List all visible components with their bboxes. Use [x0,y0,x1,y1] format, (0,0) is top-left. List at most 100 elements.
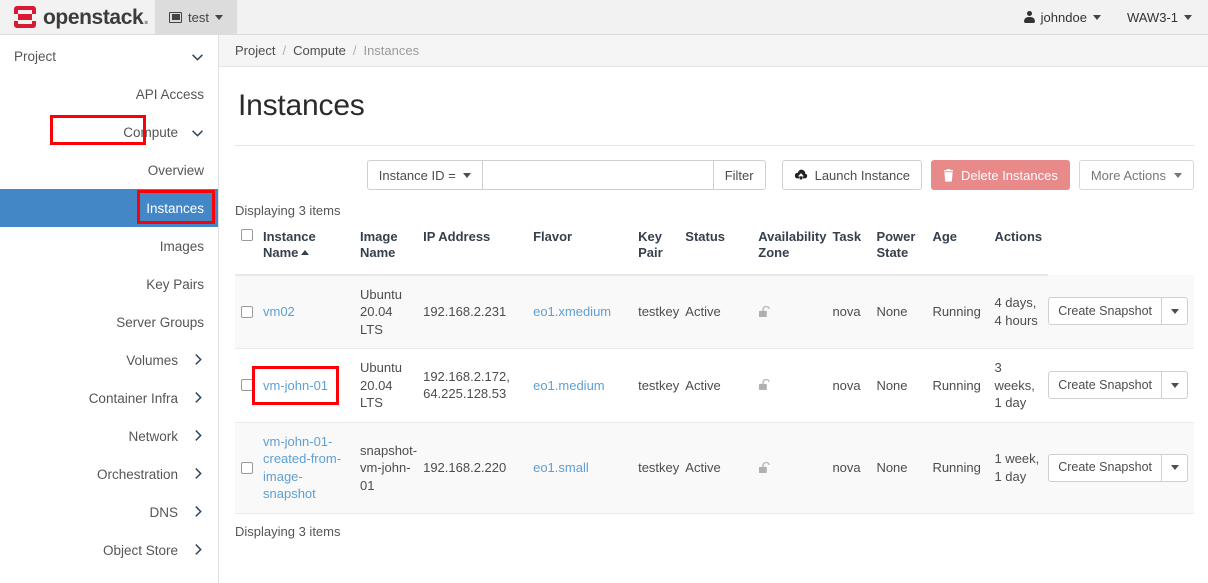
row-checkbox[interactable] [241,462,253,474]
region-menu[interactable]: WAW3-1 [1127,10,1192,25]
row-actions-dropdown-button[interactable] [1162,371,1188,399]
instance-name-link[interactable]: vm02 [263,304,295,319]
cell-status: Active [685,349,758,423]
sidebar-item-volumes[interactable]: Volumes [0,341,218,379]
header-status[interactable]: Status [685,225,758,275]
row-action-group: Create Snapshot [1048,371,1188,399]
cell-task: None [876,422,932,513]
instance-name-link[interactable]: vm-john-01-created-from-image-snapshot [263,434,341,502]
cell-task: None [876,349,932,423]
filter-button[interactable]: Filter [713,160,766,190]
user-menu-label: johndoe [1041,10,1087,25]
flavor-link[interactable]: eo1.small [533,460,589,475]
sidebar-item-network[interactable]: Network [0,417,218,455]
header-task[interactable]: Task [832,225,876,275]
unlocked-padlock-icon [758,305,773,319]
cell-availability-zone: nova [832,349,876,423]
breadcrumb-item-project[interactable]: Project [235,43,275,58]
header-age[interactable]: Age [932,225,994,275]
brand-text: openstack. [43,7,149,28]
sidebar-item-label: API Access [136,87,204,102]
cell-power-state: Running [932,349,994,423]
row-actions-dropdown-button[interactable] [1162,454,1188,482]
topbar-right-group: johndoe WAW3-1 [1024,0,1208,34]
cell-ip-address: 192.168.2.172, 64.225.128.53 [423,349,533,423]
cell-power-state: Running [932,275,994,349]
cell-image-name: Ubuntu 20.04 LTS [360,275,423,349]
sidebar-item-object-store[interactable]: Object Store [0,531,218,569]
header-flavor[interactable]: Flavor [533,225,638,275]
flavor-link[interactable]: eo1.xmedium [533,304,611,319]
sidebar-item-orchestration[interactable]: Orchestration [0,455,218,493]
sidebar-item-label: Key Pairs [146,277,204,292]
sort-ascending-icon [301,250,309,255]
row-checkbox[interactable] [241,306,253,318]
more-actions-button[interactable]: More Actions [1079,160,1194,190]
project-selector[interactable]: test [155,0,237,34]
header-key-pair[interactable]: Key Pair [638,225,685,275]
chevron-right-icon [191,544,204,557]
create-snapshot-button[interactable]: Create Snapshot [1048,454,1162,482]
cell-instance-name: vm-john-01 [263,349,360,423]
table-row: vm-john-01Ubuntu 20.04 LTS192.168.2.172,… [235,349,1194,423]
cell-task: None [876,275,932,349]
cell-lock [758,275,832,349]
instances-table-body: vm02Ubuntu 20.04 LTS192.168.2.231eo1.xme… [235,275,1194,514]
header-ip-address[interactable]: IP Address [423,225,533,275]
sidebar-item-api-access[interactable]: API Access [0,75,218,113]
sidebar-item-project[interactable]: Project [0,37,218,75]
table-row: vm-john-01-created-from-image-snapshotsn… [235,422,1194,513]
header-availability-zone[interactable]: Availability Zone [758,225,832,275]
table-row: vm02Ubuntu 20.04 LTS192.168.2.231eo1.xme… [235,275,1194,349]
project-selector-label: test [188,10,209,25]
launch-instance-button[interactable]: Launch Instance [782,160,922,190]
cell-key-pair: testkey [638,422,685,513]
cell-power-state: Running [932,422,994,513]
row-action-group: Create Snapshot [1048,454,1188,482]
filter-input[interactable] [483,160,713,190]
page-layout: ProjectAPI AccessComputeOverviewInstance… [0,35,1208,583]
row-checkbox[interactable] [241,379,253,391]
unlocked-padlock-icon [758,378,773,392]
cell-flavor: eo1.xmedium [533,275,638,349]
table-toolbar: Instance ID = Filter Launch Instance Del… [219,146,1208,190]
unlocked-padlock-icon [758,461,773,475]
filter-field-select[interactable]: Instance ID = [367,160,483,190]
sidebar-item-label: Orchestration [97,467,178,482]
cloud-upload-icon [794,169,808,181]
sidebar-item-instances[interactable]: Instances [0,189,218,227]
top-navigation-bar: openstack. test johndoe WAW3-1 [0,0,1208,35]
sidebar-item-images[interactable]: Images [0,227,218,265]
sidebar-item-server-groups[interactable]: Server Groups [0,303,218,341]
chevron-down-icon [191,126,204,139]
header-power-state[interactable]: Power State [876,225,932,275]
chevron-right-icon [191,354,204,367]
sidebar-item-overview[interactable]: Overview [0,151,218,189]
breadcrumb-item-compute[interactable]: Compute [293,43,346,58]
page-title: Instances [238,89,1194,123]
flavor-link[interactable]: eo1.medium [533,378,605,393]
sidebar-item-compute[interactable]: Compute [0,113,218,151]
cell-instance-name: vm02 [263,275,360,349]
delete-instances-button[interactable]: Delete Instances [931,160,1070,190]
sidebar-item-dns[interactable]: DNS [0,493,218,531]
chevron-right-icon [191,430,204,443]
select-all-checkbox[interactable] [241,229,253,241]
row-actions-dropdown-button[interactable] [1162,297,1188,325]
chevron-down-icon [1171,383,1179,388]
sidebar-item-container-infra[interactable]: Container Infra [0,379,218,417]
instances-table-head: Instance Name Image Name IP Address Flav… [235,225,1194,275]
sidebar-item-label: Compute [123,125,178,140]
openstack-logo[interactable]: openstack. [0,0,155,34]
cell-actions: Create Snapshot [1048,275,1194,349]
sidebar-item-key-pairs[interactable]: Key Pairs [0,265,218,303]
header-instance-name[interactable]: Instance Name [263,225,360,275]
cell-key-pair: testkey [638,275,685,349]
header-image-name[interactable]: Image Name [360,225,423,275]
openstack-mark-icon [14,6,36,28]
sidebar-item-label: Instances [146,201,204,216]
user-menu[interactable]: johndoe [1024,10,1101,25]
create-snapshot-button[interactable]: Create Snapshot [1048,297,1162,325]
create-snapshot-button[interactable]: Create Snapshot [1048,371,1162,399]
instance-name-link[interactable]: vm-john-01 [263,378,328,393]
